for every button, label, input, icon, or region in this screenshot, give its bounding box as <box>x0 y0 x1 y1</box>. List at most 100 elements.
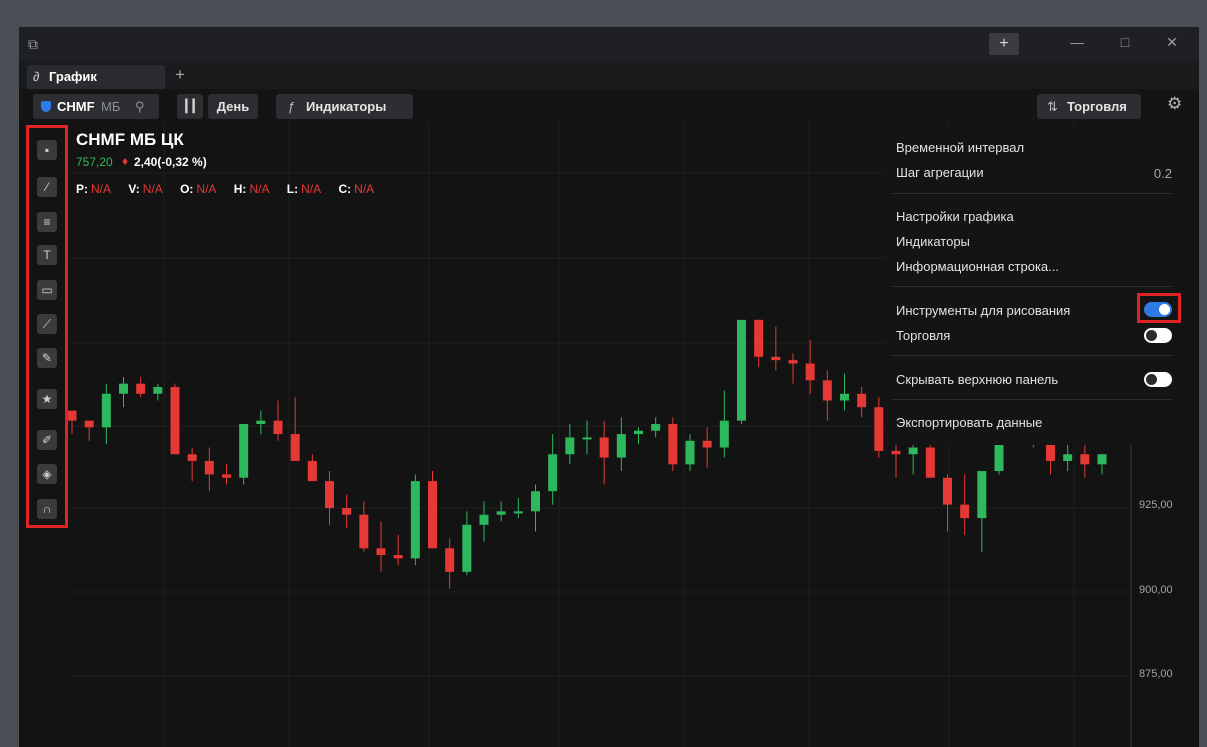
candle <box>153 383 163 401</box>
trend-line-icon[interactable]: ⁄ <box>37 177 57 197</box>
candle-body <box>204 460 214 475</box>
fib-icon[interactable]: ≡ <box>37 212 57 232</box>
trade-arrows-icon: ⇅ <box>1047 99 1058 114</box>
menu-drawing-tools[interactable]: Инструменты для рисования <box>896 303 1070 318</box>
candle-body <box>513 511 523 514</box>
menu-export-data[interactable]: Экспортировать данные <box>896 415 1042 430</box>
add-tab-button[interactable]: + <box>175 65 185 85</box>
candle-body <box>1063 454 1073 461</box>
candle <box>222 464 231 485</box>
ohlc-readout: P: N/A V: N/A O: N/A H: N/A L: N/A C: N/A <box>76 182 388 196</box>
candle-body <box>119 383 128 394</box>
candle-body <box>136 383 146 394</box>
close-button[interactable]: ✕ <box>1162 34 1182 51</box>
candle <box>187 447 197 482</box>
interval-button[interactable]: День <box>208 94 258 119</box>
candle-body <box>908 447 918 455</box>
chart-type-button[interactable]: ┃┃ <box>177 94 203 119</box>
candle-body <box>977 471 987 519</box>
candle <box>101 383 111 445</box>
symbol-search-button[interactable]: CHMF МБ ⚲ <box>33 94 159 119</box>
indicators-label: Индикаторы <box>306 99 387 114</box>
candle <box>668 417 678 472</box>
candle <box>702 427 712 468</box>
candle <box>410 474 420 566</box>
candle-body <box>496 511 506 515</box>
menu-info-line[interactable]: Информационная строка... <box>896 259 1059 274</box>
candle <box>239 424 249 485</box>
hide-top-panel-toggle[interactable] <box>1144 372 1172 387</box>
candle-body <box>187 454 197 461</box>
candle <box>67 410 77 435</box>
ohlc-value: N/A <box>91 182 112 196</box>
menu-trading[interactable]: Торговля <box>896 328 950 343</box>
star-icon[interactable]: ★ <box>37 389 57 409</box>
ohlc-key: L: <box>286 182 299 196</box>
candle-body <box>376 548 386 556</box>
candle <box>307 454 317 482</box>
ohlc-key: V: <box>128 182 140 196</box>
indicators-button[interactable]: ƒ Индикаторы <box>276 94 413 119</box>
tab-bar: ∂ График + <box>19 61 1199 89</box>
menu-hide-top-panel[interactable]: Скрывать верхнюю панель <box>896 372 1058 387</box>
candle <box>651 417 661 438</box>
candle <box>462 511 472 576</box>
menu-divider <box>891 193 1173 194</box>
candle-body <box>840 393 849 401</box>
minimize-button[interactable]: — <box>1067 34 1087 50</box>
candle-body <box>170 387 180 455</box>
candle-body <box>788 360 798 364</box>
candle-body <box>410 481 420 559</box>
candle <box>874 397 884 458</box>
trading-toggle[interactable] <box>1144 328 1172 343</box>
y-axis-label: 875,00 <box>1139 668 1173 680</box>
candle-body <box>891 450 901 455</box>
magnet-icon[interactable]: ∩ <box>37 499 57 519</box>
trading-button[interactable]: ⇅ Торговля <box>1037 94 1141 119</box>
candle-body <box>599 437 609 458</box>
candle-body <box>822 380 832 401</box>
candle-body <box>719 420 729 448</box>
candle <box>943 474 952 532</box>
toggle-knob <box>1146 374 1157 385</box>
pen-icon[interactable]: ✐ <box>37 430 57 450</box>
maximize-button[interactable]: □ <box>1115 34 1135 50</box>
window-layout-icon[interactable]: ⧉ <box>28 36 38 53</box>
menu-chart-settings[interactable]: Настройки графика <box>896 209 1014 224</box>
brush-icon[interactable]: ✎ <box>37 348 57 368</box>
menu-divider <box>891 399 1173 400</box>
gear-icon[interactable]: ⚙ <box>1167 94 1182 114</box>
candle <box>685 434 695 472</box>
candle-body <box>582 437 592 440</box>
candle-body <box>1097 454 1107 465</box>
ohlc-value: N/A <box>354 182 375 196</box>
title-bar: ⧉ + — □ ✕ <box>19 27 1199 61</box>
text-icon[interactable]: T <box>37 245 57 265</box>
candle-body <box>1080 454 1090 465</box>
candle-body <box>101 393 111 428</box>
candle <box>857 387 867 418</box>
candle-body <box>153 387 163 394</box>
candle-body <box>428 481 437 549</box>
ohlc-key: P: <box>76 182 88 196</box>
candle-body <box>565 437 575 455</box>
ohlc-value: N/A <box>249 182 270 196</box>
candle <box>496 501 506 522</box>
tab-chart[interactable]: ∂ График <box>27 65 165 89</box>
grid-icon[interactable]: ▪ <box>37 140 57 160</box>
candle-body <box>805 363 815 381</box>
new-window-button[interactable]: + <box>989 33 1019 55</box>
candle <box>754 319 764 367</box>
polyline-icon[interactable]: ⟋ <box>37 314 57 334</box>
menu-indicators[interactable]: Индикаторы <box>896 234 970 249</box>
candle-body <box>393 555 403 559</box>
menu-aggregation-step[interactable]: Шаг агрегации <box>896 165 984 180</box>
candle <box>393 534 403 566</box>
down-arrow-icon: ♦ <box>122 154 129 168</box>
instrument-title: CHMF МБ ЦК <box>76 130 184 149</box>
layers-icon[interactable]: ◈ <box>37 464 57 484</box>
rectangle-icon[interactable]: ▭ <box>37 280 57 300</box>
menu-time-interval[interactable]: Временной интервал <box>896 140 1024 155</box>
candle <box>273 400 283 441</box>
candle-body <box>273 420 283 435</box>
